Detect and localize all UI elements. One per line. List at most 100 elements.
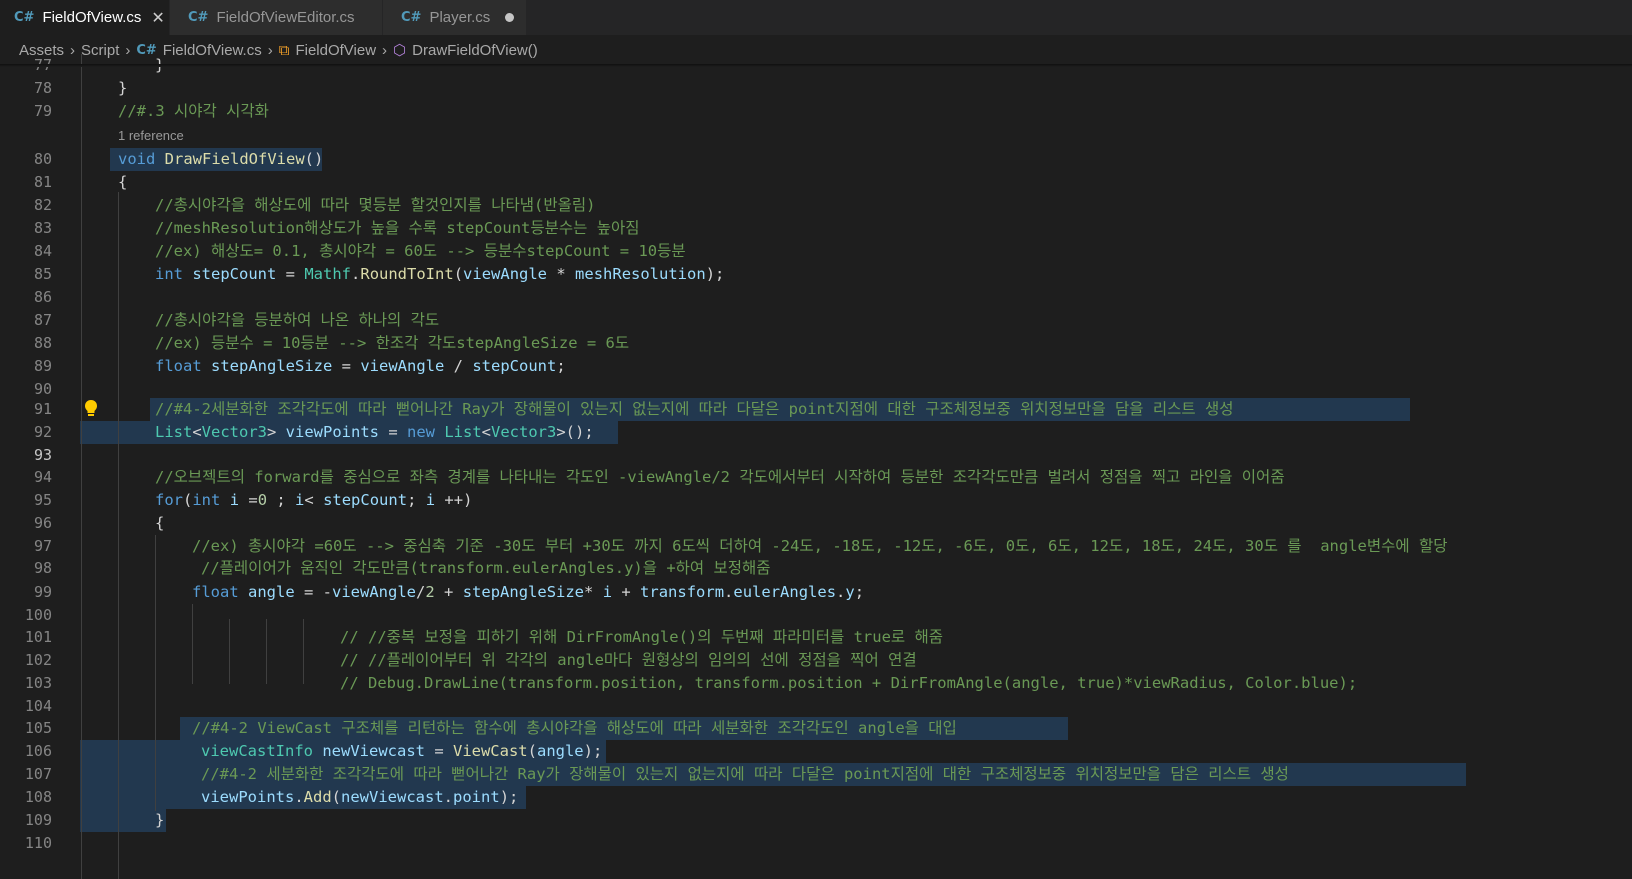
line-number: 99 xyxy=(33,583,52,601)
unsaved-dot-icon[interactable] xyxy=(505,13,514,22)
line-number: 98 xyxy=(33,559,52,577)
code-line: 81 { xyxy=(0,171,1632,194)
line-number: 91 xyxy=(33,400,52,418)
tab-player[interactable]: C# Player.cs xyxy=(383,0,527,35)
code-line: 106 viewCastInfo newViewcast = ViewCast(… xyxy=(0,740,1632,763)
lightbulb-icon[interactable] xyxy=(82,398,100,418)
line-number: 95 xyxy=(33,491,52,509)
code-line: 92 List<Vector3> viewPoints = new List<V… xyxy=(0,421,1632,444)
code-line: 101 // //중복 보정을 피하기 위해 DirFromAngle()의 두… xyxy=(0,626,1632,649)
code-line: 79 //#.3 시야각 시각화 xyxy=(0,100,1632,123)
code-comment: // Debug.DrawLine(transform.position, tr… xyxy=(340,674,1358,692)
code-comment: //ex) 해상도= 0.1, 총시야각 = 60도 --> 등분수stepCo… xyxy=(155,242,686,260)
line-number: 86 xyxy=(33,288,52,306)
editor-tab-bar: C# FieldOfView.cs ✕ C# FieldOfViewEditor… xyxy=(0,0,1632,35)
code-line: 87 //총시야각을 등분하여 나온 하나의 각도 xyxy=(0,309,1632,332)
code-text: { xyxy=(155,514,165,532)
code-line: 95 for(int i =0 ; i< stepCount; i ++) xyxy=(0,489,1632,512)
code-line: 96 { xyxy=(0,512,1632,535)
code-line: 85 int stepCount = Mathf.RoundToInt(view… xyxy=(0,263,1632,286)
breadcrumb-shadow xyxy=(0,64,1632,67)
line-number: 81 xyxy=(33,173,52,191)
code-text: for(int i =0 ; i< stepCount; i ++) xyxy=(155,491,473,509)
line-number: 82 xyxy=(33,196,52,214)
tab-label: Player.cs xyxy=(429,9,491,26)
line-number: 109 xyxy=(24,811,52,829)
line-number: 96 xyxy=(33,514,52,532)
line-number: 89 xyxy=(33,357,52,375)
code-comment: //총시야각을 해상도에 따라 몇등분 할것인지를 나타냄(반올림) xyxy=(155,196,596,214)
code-text: } xyxy=(155,811,165,829)
code-line: 80 void DrawFieldOfView() xyxy=(0,148,1632,171)
code-text: } xyxy=(118,79,128,97)
line-number: 105 xyxy=(24,719,52,737)
code-lens-row: 1 reference xyxy=(0,124,1632,147)
code-lens-references[interactable]: 1 reference xyxy=(118,124,184,147)
code-line: 82 //총시야각을 해상도에 따라 몇등분 할것인지를 나타냄(반올림) xyxy=(0,194,1632,217)
code-line: 98 //플레이어가 움직인 각도만큼(transform.eulerAngle… xyxy=(0,557,1632,580)
line-number: 107 xyxy=(24,765,52,783)
code-comment: // //플레이어부터 위 각각의 angle마다 원형상의 임의의 선에 정점… xyxy=(340,651,917,669)
line-number: 103 xyxy=(24,674,52,692)
code-line: 83 //meshResolution해상도가 높을 수록 stepCount등… xyxy=(0,217,1632,240)
line-number: 106 xyxy=(24,742,52,760)
code-comment: //ex) 등분수 = 10등분 --> 한조각 각도stepAngleSize… xyxy=(155,334,630,352)
code-text: viewPoints.Add(newViewcast.point); xyxy=(201,788,519,806)
code-line: 89 float stepAngleSize = viewAngle / ste… xyxy=(0,355,1632,378)
csharp-icon: C# xyxy=(14,10,35,25)
line-number: 100 xyxy=(24,606,52,624)
code-line: 97 //ex) 총시야각 =60도 --> 중심축 기준 -30도 부터 +3… xyxy=(0,535,1632,558)
line-number: 110 xyxy=(24,834,52,852)
code-comment: //총시야각을 등분하여 나온 하나의 각도 xyxy=(155,311,440,329)
code-text: viewCastInfo newViewcast = ViewCast(angl… xyxy=(201,742,603,760)
line-number: 102 xyxy=(24,651,52,669)
line-number: 83 xyxy=(33,219,52,237)
code-line: 104 xyxy=(0,695,1632,718)
code-comment: //#4-2세분화한 조각각도에 따라 뻗어나간 Ray가 장해물이 있는지 없… xyxy=(155,400,1234,418)
tab-fieldofvieweditor[interactable]: C# FieldOfViewEditor.cs xyxy=(170,0,383,35)
code-comment: // //중복 보정을 피하기 위해 DirFromAngle()의 두번째 파… xyxy=(340,628,944,646)
line-number: 79 xyxy=(33,102,52,120)
code-text: int stepCount = Mathf.RoundToInt(viewAng… xyxy=(155,265,725,283)
code-line: 105 //#4-2 ViewCast 구조체를 리턴하는 함수에 총시야각을 … xyxy=(0,717,1632,740)
line-number: 108 xyxy=(24,788,52,806)
code-line: 91 //#4-2세분화한 조각각도에 따라 뻗어나간 Ray가 장해물이 있는… xyxy=(0,398,1632,421)
tab-label: FieldOfView.cs xyxy=(42,9,142,26)
line-number: 93 xyxy=(33,446,52,464)
code-line: 110 xyxy=(0,832,1632,855)
line-number: 84 xyxy=(33,242,52,260)
code-text: float stepAngleSize = viewAngle / stepCo… xyxy=(155,357,566,375)
code-line: 88 //ex) 등분수 = 10등분 --> 한조각 각도stepAngleS… xyxy=(0,332,1632,355)
code-comment: //#4-2 세분화한 조각각도에 따라 뻗어나간 Ray가 장해물이 있는지 … xyxy=(201,765,1289,783)
code-line: 86 xyxy=(0,286,1632,309)
csharp-icon: C# xyxy=(188,10,209,25)
code-editor[interactable]: 77 } 78 } 79 //#.3 시야각 시각화 1 reference 8… xyxy=(0,54,1632,879)
line-number: 101 xyxy=(24,628,52,646)
code-line: 94 //오브젝트의 forward를 중심으로 좌측 경계를 나타내는 각도인… xyxy=(0,466,1632,489)
code-line: 109 } xyxy=(0,809,1632,832)
code-line: 108 viewPoints.Add(newViewcast.point); xyxy=(0,786,1632,809)
code-text: void DrawFieldOfView() xyxy=(118,150,324,168)
code-text: List<Vector3> viewPoints = new List<Vect… xyxy=(155,423,594,441)
code-comment: //오브젝트의 forward를 중심으로 좌측 경계를 나타내는 각도인 -v… xyxy=(155,468,1285,486)
code-comment: //ex) 총시야각 =60도 --> 중심축 기준 -30도 부터 +30도 … xyxy=(192,537,1448,555)
tab-fieldofview[interactable]: C# FieldOfView.cs ✕ xyxy=(0,0,170,35)
code-text: { xyxy=(118,173,128,191)
line-number: 104 xyxy=(24,697,52,715)
line-number: 92 xyxy=(33,423,52,441)
code-line-current: 93 xyxy=(0,444,1632,467)
code-comment: //meshResolution해상도가 높을 수록 stepCount등분수는… xyxy=(155,219,640,237)
close-icon[interactable]: ✕ xyxy=(151,8,164,28)
code-line: 84 //ex) 해상도= 0.1, 총시야각 = 60도 --> 등분수ste… xyxy=(0,240,1632,263)
code-line: 102 // //플레이어부터 위 각각의 angle마다 원형상의 임의의 선… xyxy=(0,649,1632,672)
line-number: 87 xyxy=(33,311,52,329)
tab-label: FieldOfViewEditor.cs xyxy=(216,9,355,26)
code-line: 78 } xyxy=(0,77,1632,100)
line-number: 97 xyxy=(33,537,52,555)
code-line: 99 float angle = -viewAngle/2 + stepAngl… xyxy=(0,581,1632,604)
code-text: float angle = -viewAngle/2 + stepAngleSi… xyxy=(192,583,865,601)
csharp-icon: C# xyxy=(401,10,422,25)
code-comment: //#.3 시야각 시각화 xyxy=(118,102,269,120)
line-number: 88 xyxy=(33,334,52,352)
line-number: 78 xyxy=(33,79,52,97)
